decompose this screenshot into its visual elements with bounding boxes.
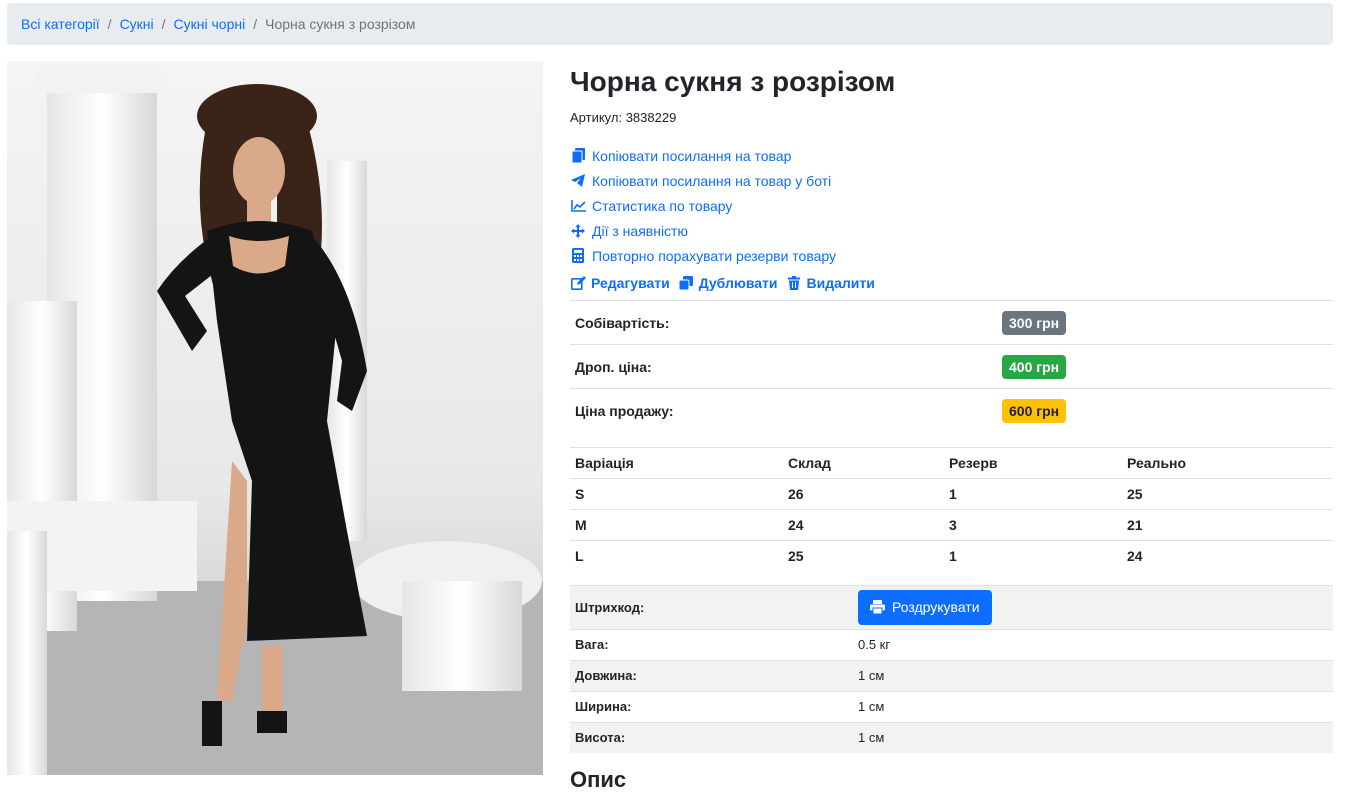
cell-variation: M xyxy=(570,509,783,541)
barcode-row: Штрихкод: Роздрукувати xyxy=(570,584,1333,629)
spec-value: 1 см xyxy=(853,659,1333,691)
cell-real: 21 xyxy=(1122,509,1333,541)
spec-row-height: Висота: 1 см xyxy=(570,721,1333,753)
table-row: M 24 3 21 xyxy=(570,509,1333,541)
col-header-stock: Склад xyxy=(783,447,944,479)
duplicate-button[interactable]: Дублювати xyxy=(678,275,778,291)
edit-button[interactable]: Редагувати xyxy=(570,275,670,291)
cell-variation: L xyxy=(575,548,584,565)
price-badge: 400 грн xyxy=(1002,354,1067,379)
product-stats-label: Статистика по товару xyxy=(592,197,733,214)
calculator-icon xyxy=(570,248,586,264)
copy-bot-link-action[interactable]: Копіювати посилання на товар у боті xyxy=(570,168,1333,193)
copy-link-label: Копіювати посилання на товар xyxy=(592,147,792,164)
print-barcode-label: Роздрукувати xyxy=(892,599,980,615)
price-row-sale: Ціна продажу: 600 грн xyxy=(570,389,1333,433)
product-actions: Копіювати посилання на товар Копіювати п… xyxy=(570,143,1333,268)
product-stats-action[interactable]: Статистика по товару xyxy=(570,193,1333,218)
price-label: Дроп. ціна: xyxy=(575,358,652,375)
cell-variation: S xyxy=(570,478,783,510)
spec-value: 1 см xyxy=(853,690,1333,722)
breadcrumb-dresses[interactable]: Сукні xyxy=(120,16,154,32)
spec-row-length: Довжина: 1 см xyxy=(570,659,1333,691)
cell-real: 25 xyxy=(1122,478,1333,510)
chart-line-icon xyxy=(570,198,586,214)
spec-value: 0.5 кг xyxy=(853,628,1333,660)
col-header-reserve: Резерв xyxy=(944,447,1122,479)
price-badge: 300 грн xyxy=(1002,310,1067,335)
copy-bot-link-label: Копіювати посилання на товар у боті xyxy=(592,172,832,189)
printer-icon xyxy=(870,600,885,614)
product-photo-illustration xyxy=(7,61,543,775)
variations-table: Варіація Склад Резерв Реально S 26 1 25 … xyxy=(570,447,1333,572)
spec-value: 1 см xyxy=(853,721,1333,753)
breadcrumb: Всі категорії / Сукні / Сукні чорні / Чо… xyxy=(7,3,1333,45)
cell-stock: 26 xyxy=(783,478,944,510)
specs-table: Штрихкод: Роздрукувати Вага: 0.5 кг Довж… xyxy=(570,584,1333,753)
recalculate-reserves-action[interactable]: Повторно порахувати резерви товару xyxy=(570,243,1333,268)
description-heading: Опис xyxy=(570,767,627,792)
cell-stock: 24 xyxy=(783,509,944,541)
delete-label: Видалити xyxy=(806,275,875,291)
delete-button[interactable]: Видалити xyxy=(786,275,875,291)
stock-actions-label: Дії з наявністю xyxy=(592,222,688,239)
spec-row-weight: Вага: 0.5 кг xyxy=(570,628,1333,660)
price-badge: 600 грн xyxy=(1002,399,1067,423)
spec-label: Ширина: xyxy=(570,690,853,722)
duplicate-label: Дублювати xyxy=(698,275,778,291)
breadcrumb-separator: / xyxy=(253,16,258,32)
table-row: S 26 1 25 xyxy=(570,478,1333,510)
barcode-cell: Роздрукувати xyxy=(853,584,1333,629)
price-table: Собівартість: 300 грн Дроп. ціна: 400 гр… xyxy=(570,300,1333,433)
spec-row-width: Ширина: 1 см xyxy=(570,690,1333,722)
print-barcode-button[interactable]: Роздрукувати xyxy=(858,589,992,625)
cell-reserve: 3 xyxy=(944,509,1122,541)
spec-label: Висота: xyxy=(570,721,853,753)
variations-header-row: Варіація Склад Резерв Реально xyxy=(570,447,1333,479)
breadcrumb-separator: / xyxy=(107,16,112,32)
edit-label: Редагувати xyxy=(591,275,670,291)
breadcrumb-separator: / xyxy=(161,16,166,32)
price-label: Ціна продажу: xyxy=(575,403,674,419)
product-photo[interactable] xyxy=(7,61,543,775)
breadcrumb-current: Чорна сукня з розрізом xyxy=(265,16,416,32)
product-sku: Артикул: 3838229 xyxy=(570,110,677,125)
price-label: Собівартість: xyxy=(575,314,670,331)
col-header-real: Реально xyxy=(1122,447,1333,479)
arrows-move-icon xyxy=(570,223,586,239)
cell-stock: 25 xyxy=(788,548,804,565)
table-row: L 25 1 24 xyxy=(570,541,1333,572)
cell-real: 24 xyxy=(1127,548,1143,565)
duplicate-icon xyxy=(678,275,694,291)
price-row-cost: Собівартість: 300 грн xyxy=(570,301,1333,345)
trash-icon xyxy=(786,275,802,291)
telegram-icon xyxy=(570,173,586,189)
spec-label: Довжина: xyxy=(570,659,853,691)
recalculate-reserves-label: Повторно порахувати резерви товару xyxy=(592,247,837,264)
breadcrumb-black-dresses[interactable]: Сукні чорні xyxy=(174,16,246,32)
edit-actions: Редагувати Дублювати Видалити xyxy=(570,273,1333,293)
stock-actions-action[interactable]: Дії з наявністю xyxy=(570,218,1333,243)
col-header-variation: Варіація xyxy=(570,447,783,479)
cell-reserve: 1 xyxy=(949,548,957,565)
product-title: Чорна сукня з розрізом xyxy=(570,66,896,97)
breadcrumb-all-categories[interactable]: Всі категорії xyxy=(21,16,100,32)
price-row-dropship: Дроп. ціна: 400 грн xyxy=(570,345,1333,389)
cell-reserve: 1 xyxy=(944,478,1122,510)
barcode-label: Штрихкод: xyxy=(570,584,853,629)
spec-label: Вага: xyxy=(570,628,853,660)
copy-icon xyxy=(570,148,586,164)
product-details: Чорна сукня з розрізом Артикул: 3838229 … xyxy=(570,61,1333,793)
copy-link-action[interactable]: Копіювати посилання на товар xyxy=(570,143,1333,168)
edit-icon xyxy=(570,275,586,291)
